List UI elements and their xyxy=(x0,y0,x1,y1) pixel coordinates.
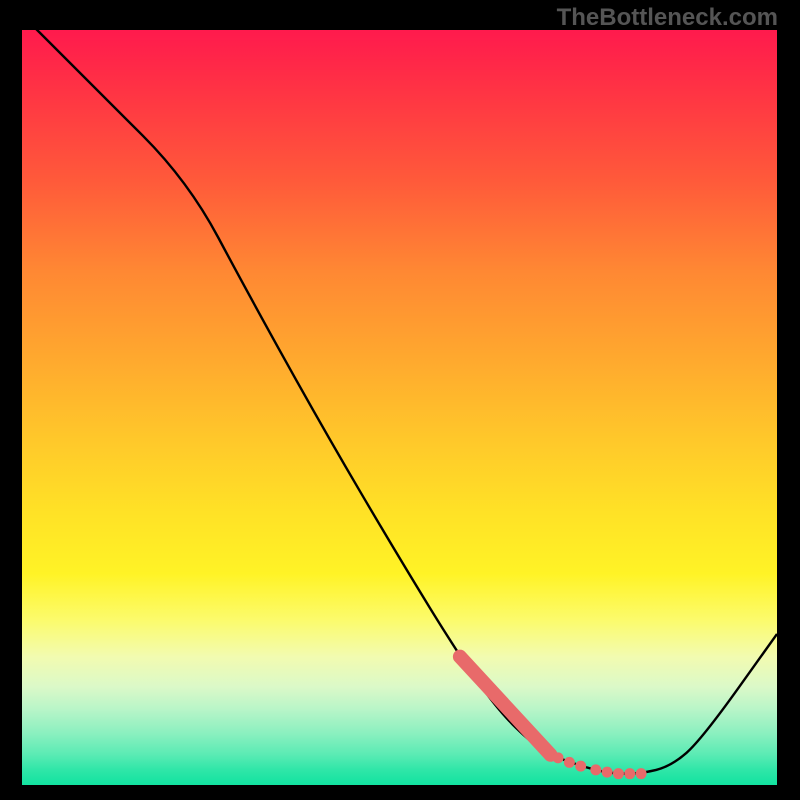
highlight-dot xyxy=(590,764,601,775)
highlight-dot xyxy=(636,768,647,779)
chart-svg xyxy=(22,30,777,785)
highlight-dot xyxy=(564,757,575,768)
highlight-dot xyxy=(602,767,613,778)
bottleneck-curve xyxy=(22,15,777,774)
highlight-dot xyxy=(575,761,586,772)
highlight-segment xyxy=(460,657,551,755)
highlight-dot xyxy=(624,768,635,779)
gradient-plot-area xyxy=(22,30,777,785)
watermark-text: TheBottleneck.com xyxy=(557,4,778,32)
highlight-dots xyxy=(553,752,647,779)
highlight-dot xyxy=(553,752,564,763)
highlight-dot xyxy=(613,768,624,779)
